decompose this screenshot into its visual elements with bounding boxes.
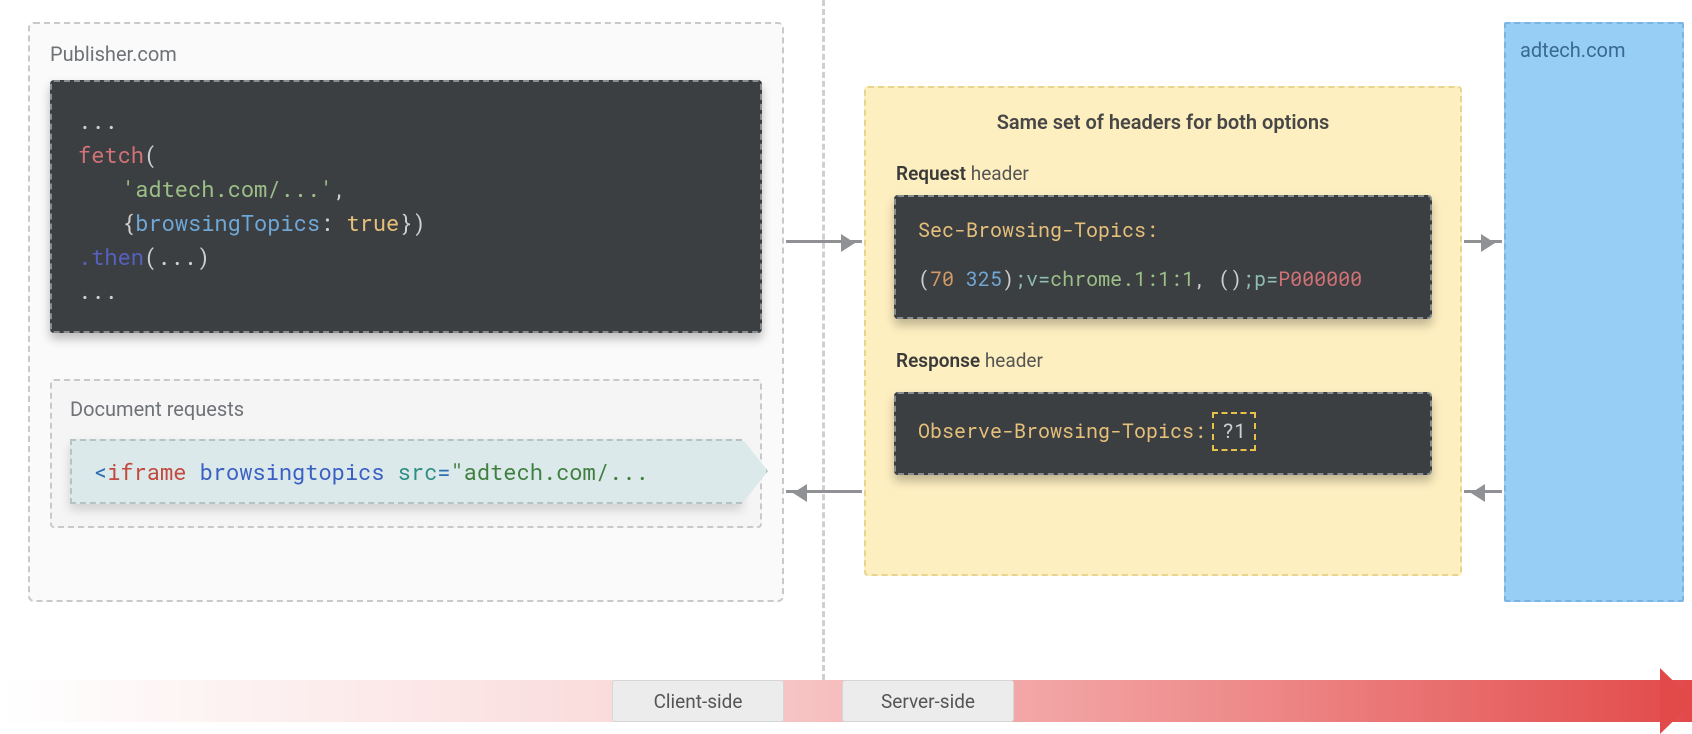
document-requests-label: Document requests <box>70 397 742 421</box>
req-v-value: chrome.1:1:1 <box>1050 266 1194 292</box>
resp-header-name: Observe-Browsing-Topics: <box>918 416 1206 447</box>
code-brace-close: } <box>399 208 412 237</box>
code-option-key: browsingTopics <box>135 208 320 237</box>
arrow-publisher-to-headers <box>786 240 862 243</box>
code-url-string: 'adtech.com/...' <box>122 174 333 203</box>
code-colon: : <box>320 208 333 237</box>
response-header-code: Observe-Browsing-Topics: ?1 <box>894 392 1432 475</box>
publisher-label: Publisher.com <box>50 42 762 66</box>
document-requests-panel: Document requests <iframe browsingtopics… <box>50 379 762 528</box>
arrow-headers-to-adtech <box>1464 240 1502 243</box>
req-p-key: ;p= <box>1242 266 1278 292</box>
code-ellipsis: ... <box>78 276 118 305</box>
iframe-attr-src: src <box>398 457 438 486</box>
request-header-code: Sec-Browsing-Topics: (70 325);v=chrome.1… <box>894 195 1432 319</box>
adtech-panel: adtech.com <box>1504 22 1684 602</box>
headers-panel: Same set of headers for both options Req… <box>864 86 1462 576</box>
code-then-args: (...) <box>144 242 210 271</box>
req-paren2: () <box>1218 266 1242 292</box>
code-paren-open: ( <box>144 140 157 169</box>
req-comma: , <box>1194 266 1218 292</box>
client-side-label: Client-side <box>612 680 784 722</box>
req-v-key: ;v= <box>1014 266 1050 292</box>
code-brace-open: { <box>122 208 135 237</box>
headers-title: Same set of headers for both options <box>894 110 1432 134</box>
req-topic-2: 325 <box>966 266 1002 292</box>
code-comma: , <box>333 174 346 203</box>
iframe-src-value: "adtech.com/... <box>450 457 648 486</box>
publisher-panel: Publisher.com ... fetch( 'adtech.com/...… <box>28 22 784 602</box>
resp-header-value: ?1 <box>1212 412 1256 451</box>
client-server-divider <box>822 0 825 680</box>
response-header-label: Response header <box>896 349 1432 372</box>
adtech-label: adtech.com <box>1520 38 1668 62</box>
req-paren: ( <box>918 266 930 292</box>
code-fetch-keyword: fetch <box>78 140 144 169</box>
iframe-open-bracket: < <box>94 457 107 486</box>
code-ellipsis: ... <box>78 106 118 135</box>
req-topic-1: 70 <box>930 266 954 292</box>
iframe-tag: iframe <box>107 457 186 486</box>
iframe-eq: = <box>437 457 450 486</box>
req-paren-close: ) <box>1002 266 1014 292</box>
arrow-adtech-to-headers <box>1464 490 1502 493</box>
iframe-snippet: <iframe browsingtopics src="adtech.com/.… <box>70 439 742 504</box>
code-paren-close: ) <box>412 208 425 237</box>
code-then: .then <box>78 242 144 271</box>
code-option-value: true <box>346 208 399 237</box>
fetch-code-block: ... fetch( 'adtech.com/...', {browsingTo… <box>50 80 762 333</box>
arrow-headers-to-publisher <box>786 490 862 493</box>
req-header-name: Sec-Browsing-Topics: <box>918 217 1158 243</box>
server-side-label: Server-side <box>842 680 1014 722</box>
request-header-label: Request header <box>896 162 1432 185</box>
req-p-value: P000000 <box>1278 266 1362 292</box>
iframe-attr-browsingtopics: browsingtopics <box>200 457 385 486</box>
